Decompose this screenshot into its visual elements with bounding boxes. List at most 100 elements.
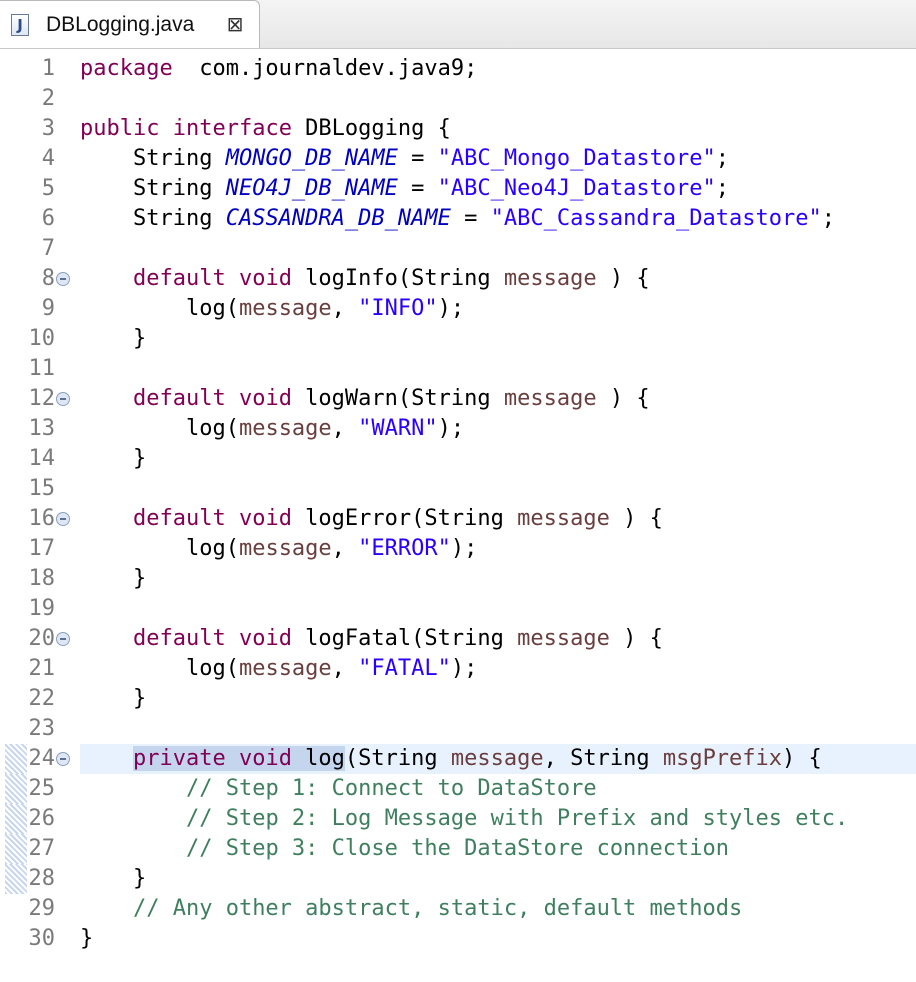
line-number: 30 bbox=[28, 926, 56, 951]
line-number: 26 bbox=[28, 806, 56, 831]
code-token: void bbox=[238, 746, 292, 771]
code-text: private void log(String message, String … bbox=[80, 744, 822, 774]
code-token: ; bbox=[715, 146, 730, 171]
code-line[interactable]: 10 } bbox=[0, 324, 916, 354]
code-token: = bbox=[450, 206, 491, 231]
code-line[interactable]: 1 package com.journaldev.java9; bbox=[0, 54, 916, 84]
code-text: default void logInfo(String message ) { bbox=[80, 264, 650, 294]
code-line[interactable]: 24 private void log(String message, Stri… bbox=[0, 744, 916, 774]
code-text: package com.journaldev.java9; bbox=[80, 54, 477, 84]
code-text: } bbox=[80, 324, 146, 354]
code-line[interactable]: 26 // Step 2: Log Message with Prefix an… bbox=[0, 804, 916, 834]
code-line[interactable]: 8 default void logInfo(String message ) … bbox=[0, 264, 916, 294]
code-token: msgPrefix bbox=[662, 746, 783, 771]
code-token: logWarn(String bbox=[291, 386, 504, 411]
code-line[interactable]: 29 // Any other abstract, static, defaul… bbox=[0, 894, 916, 924]
code-line[interactable]: 30} bbox=[0, 924, 916, 954]
fold-toggle-icon[interactable] bbox=[56, 392, 70, 406]
code-token: String bbox=[80, 146, 226, 171]
code-token: // Step 2: Log Message with Prefix and s… bbox=[185, 806, 849, 831]
code-line[interactable]: 6 String CASSANDRA_DB_NAME = "ABC_Cassan… bbox=[0, 204, 916, 234]
line-number: 14 bbox=[28, 446, 56, 471]
code-line[interactable]: 16 default void logError(String message … bbox=[0, 504, 916, 534]
fold-toggle-icon[interactable] bbox=[56, 752, 70, 766]
code-token: "ABC_Neo4J_Datastore" bbox=[437, 176, 716, 201]
code-token: message bbox=[238, 536, 332, 561]
code-line[interactable]: 5 String NEO4J_DB_NAME = "ABC_Neo4J_Data… bbox=[0, 174, 916, 204]
code-line[interactable]: 27 // Step 3: Close the DataStore connec… bbox=[0, 834, 916, 864]
code-line[interactable]: 4 String MONGO_DB_NAME = "ABC_Mongo_Data… bbox=[0, 144, 916, 174]
line-number: 12 bbox=[28, 386, 56, 411]
close-icon[interactable]: ⊠ bbox=[224, 13, 246, 35]
code-token: message bbox=[517, 626, 610, 651]
code-line[interactable]: 11 bbox=[0, 354, 916, 384]
code-token: "WARN" bbox=[358, 416, 438, 441]
code-line[interactable]: 17 log(message, "ERROR"); bbox=[0, 534, 916, 564]
code-token: ; bbox=[821, 206, 836, 231]
code-line[interactable]: 25 // Step 1: Connect to DataStore bbox=[0, 774, 916, 804]
code-token: message bbox=[238, 296, 332, 321]
code-token: log( bbox=[80, 416, 239, 441]
line-number: 23 bbox=[28, 716, 56, 741]
code-line[interactable]: 23 bbox=[0, 714, 916, 744]
code-token: ) { bbox=[782, 746, 822, 771]
code-line[interactable]: 20 default void logFatal(String message … bbox=[0, 624, 916, 654]
fold-toggle-icon[interactable] bbox=[56, 272, 70, 286]
code-line[interactable]: 7 bbox=[0, 234, 916, 264]
code-token: DBLogging { bbox=[291, 116, 451, 141]
code-token: message bbox=[238, 656, 332, 681]
code-token: CASSANDRA_DB_NAME bbox=[225, 206, 451, 231]
code-line[interactable]: 9 log(message, "INFO"); bbox=[0, 294, 916, 324]
code-text: } bbox=[80, 444, 146, 474]
code-text: default void logWarn(String message ) { bbox=[80, 384, 650, 414]
code-token: message bbox=[503, 386, 597, 411]
line-number: 24 bbox=[28, 746, 56, 771]
java-file-icon: J bbox=[11, 14, 29, 36]
code-line[interactable]: 28 } bbox=[0, 864, 916, 894]
code-token: log( bbox=[80, 536, 239, 561]
code-line[interactable]: 3 public interface DBLogging { bbox=[0, 114, 916, 144]
code-text: log(message, "ERROR"); bbox=[80, 534, 477, 564]
code-token: } bbox=[80, 446, 147, 471]
fold-toggle-icon[interactable] bbox=[56, 632, 70, 646]
code-line[interactable]: 22 } bbox=[0, 684, 916, 714]
code-text: // Step 3: Close the DataStore connectio… bbox=[80, 834, 729, 864]
code-token: "FATAL" bbox=[358, 656, 451, 681]
line-number: 16 bbox=[28, 506, 56, 531]
code-line[interactable]: 19 bbox=[0, 594, 916, 624]
code-token: ); bbox=[450, 656, 478, 681]
code-line[interactable]: 18 } bbox=[0, 564, 916, 594]
code-line[interactable]: 15 bbox=[0, 474, 916, 504]
line-number: 8 bbox=[41, 266, 55, 291]
code-text: // Any other abstract, static, default m… bbox=[80, 894, 742, 924]
line-number: 18 bbox=[28, 566, 56, 591]
editor-tab-dblogging[interactable]: J DBLogging.java ⊠ bbox=[0, 0, 260, 48]
code-token: log( bbox=[80, 296, 239, 321]
code-token: } bbox=[80, 926, 94, 951]
code-token: package bbox=[80, 56, 173, 81]
line-number: 29 bbox=[28, 896, 56, 921]
code-line[interactable]: 14 } bbox=[0, 444, 916, 474]
code-line[interactable]: 12 default void logWarn(String message )… bbox=[0, 384, 916, 414]
code-token: com.journaldev.java9; bbox=[172, 56, 478, 81]
code-token: void bbox=[238, 506, 292, 531]
code-line[interactable]: 21 log(message, "FATAL"); bbox=[0, 654, 916, 684]
code-token: logFatal(String bbox=[291, 626, 518, 651]
code-token: default bbox=[132, 266, 226, 291]
code-token: // Any other abstract, static, default m… bbox=[132, 896, 743, 921]
fold-toggle-icon[interactable] bbox=[56, 512, 70, 526]
code-editor[interactable]: 1 package com.journaldev.java9; 2 3 public i… bbox=[0, 54, 916, 954]
code-line[interactable]: 2 bbox=[0, 84, 916, 114]
code-token: } bbox=[80, 866, 147, 891]
code-line[interactable]: 13 log(message, "WARN"); bbox=[0, 414, 916, 444]
code-token: log( bbox=[80, 656, 239, 681]
code-token: message bbox=[517, 506, 610, 531]
